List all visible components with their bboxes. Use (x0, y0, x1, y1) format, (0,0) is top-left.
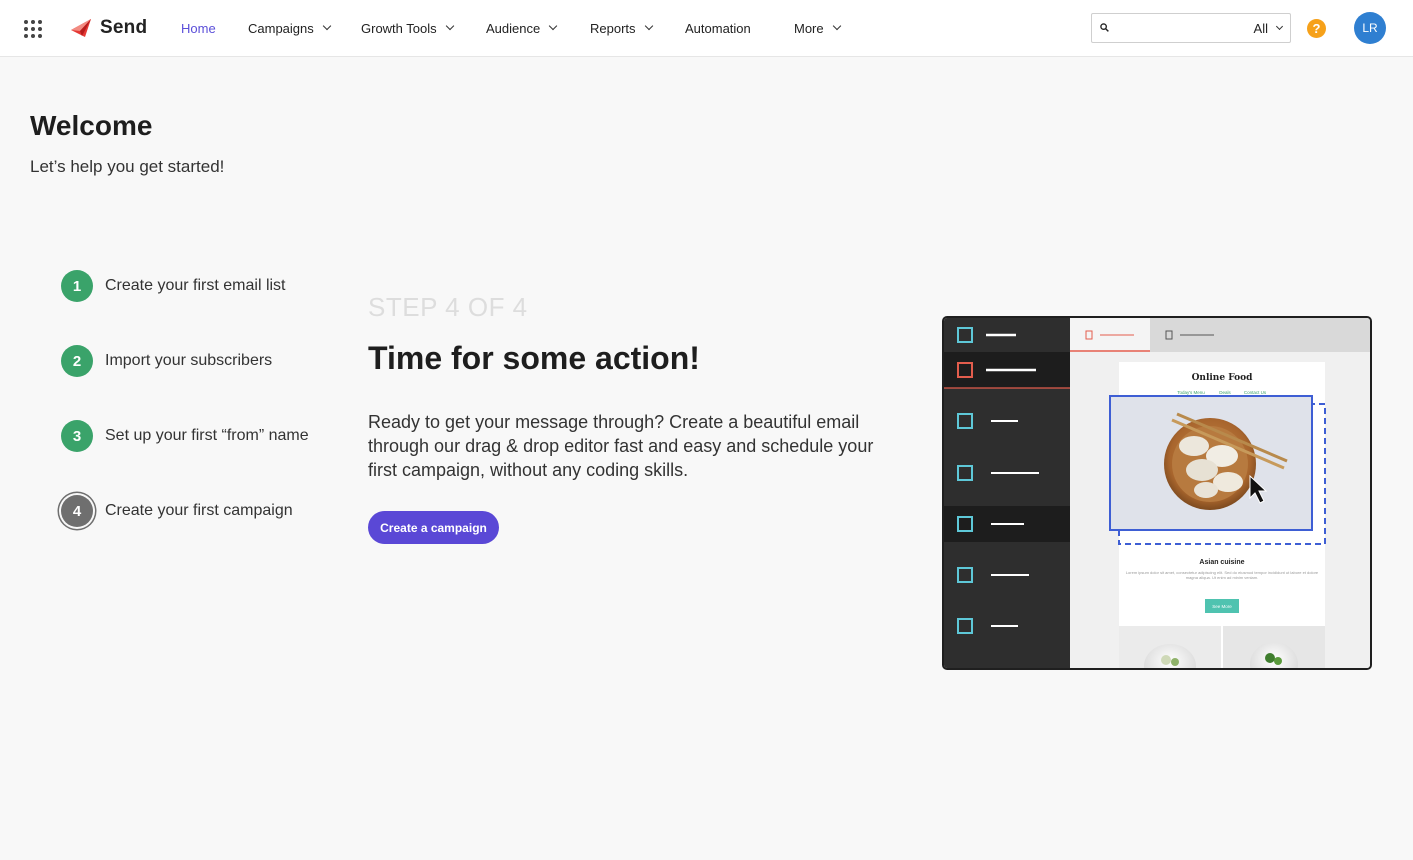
nav-reports-label: Reports (590, 20, 636, 36)
step-number-badge: 3 (61, 420, 93, 452)
chevron-down-icon (548, 21, 558, 31)
search-icon (1100, 23, 1109, 32)
step-label: Create your first campaign (105, 502, 293, 519)
step-counter: STEP 4 OF 4 (368, 292, 528, 322)
chevron-down-icon (644, 21, 653, 31)
chevron-down-icon (322, 21, 332, 31)
global-search: All (1091, 13, 1291, 43)
search-scope-value: All (1253, 21, 1268, 36)
email-editor-illustration: Online Food Today's Menu Deals Contact U… (942, 316, 1372, 670)
paper-plane-logo-icon (71, 19, 91, 37)
step-number-badge: 2 (61, 345, 93, 377)
search-scope-dropdown[interactable]: All (1253, 21, 1284, 36)
email-link: Deals (1219, 390, 1231, 395)
onboarding-step-2[interactable]: 2 Import your subscribers (61, 345, 272, 377)
brand-name: Send (100, 17, 148, 38)
email-section-title: Asian cuisine (1199, 559, 1244, 566)
chevron-down-icon (445, 21, 454, 31)
step-number-badge: 4 (61, 495, 93, 527)
create-campaign-button[interactable]: Create a campaign (368, 511, 499, 544)
onboarding-step-3[interactable]: 3 Set up your first “from” name (61, 420, 309, 452)
user-avatar[interactable]: LR (1354, 12, 1386, 44)
chevron-down-icon (832, 21, 841, 31)
nav-automation-label: Automation (685, 20, 751, 36)
step-title: Time for some action! (368, 340, 700, 376)
editor-mockup-graphic: Online Food Today's Menu Deals Contact U… (944, 318, 1370, 668)
nav-home[interactable]: Home (181, 19, 216, 37)
top-navigation-bar: Send Home Campaigns Growth Tools Audienc… (0, 0, 1413, 57)
nav-growth-tools-label: Growth Tools (361, 20, 437, 36)
nav-growth-tools[interactable]: Growth Tools (361, 19, 454, 37)
page-subtitle: Let’s help you get started! (30, 157, 225, 176)
nav-audience-label: Audience (486, 20, 541, 36)
app-launcher-icon[interactable] (24, 20, 42, 38)
nav-campaigns[interactable]: Campaigns (248, 19, 332, 37)
onboarding-step-4[interactable]: 4 Create your first campaign (61, 495, 293, 527)
nav-more-label: More (794, 20, 824, 36)
email-link: Today's Menu (1177, 390, 1205, 395)
brand-logo[interactable]: Send (70, 15, 147, 41)
nav-more[interactable]: More (794, 19, 841, 37)
step-label: Create your first email list (105, 277, 286, 294)
email-title: Online Food (1192, 373, 1254, 383)
step-label: Import your subscribers (105, 352, 273, 369)
email-see-more-button: See More (1212, 604, 1232, 609)
nav-campaigns-label: Campaigns (248, 20, 314, 36)
step-label: Set up your first “from” name (105, 427, 309, 444)
email-body-text: Lorem ipsum dolor sit amet, consectetur … (1125, 570, 1319, 580)
onboarding-step-1[interactable]: 1 Create your first email list (61, 270, 286, 302)
nav-audience[interactable]: Audience (486, 19, 558, 37)
nav-automation[interactable]: Automation (685, 19, 751, 37)
page-title: Welcome (30, 110, 153, 141)
nav-reports[interactable]: Reports (590, 19, 653, 37)
nav-home-label: Home (181, 20, 216, 36)
chevron-down-icon (1275, 22, 1284, 31)
search-input[interactable] (1116, 18, 1236, 38)
email-link: Contact Us (1244, 390, 1267, 395)
step-number-badge: 1 (61, 270, 93, 302)
step-description: Ready to get your message through? Creat… (368, 412, 874, 480)
help-icon[interactable]: ? (1307, 19, 1326, 38)
